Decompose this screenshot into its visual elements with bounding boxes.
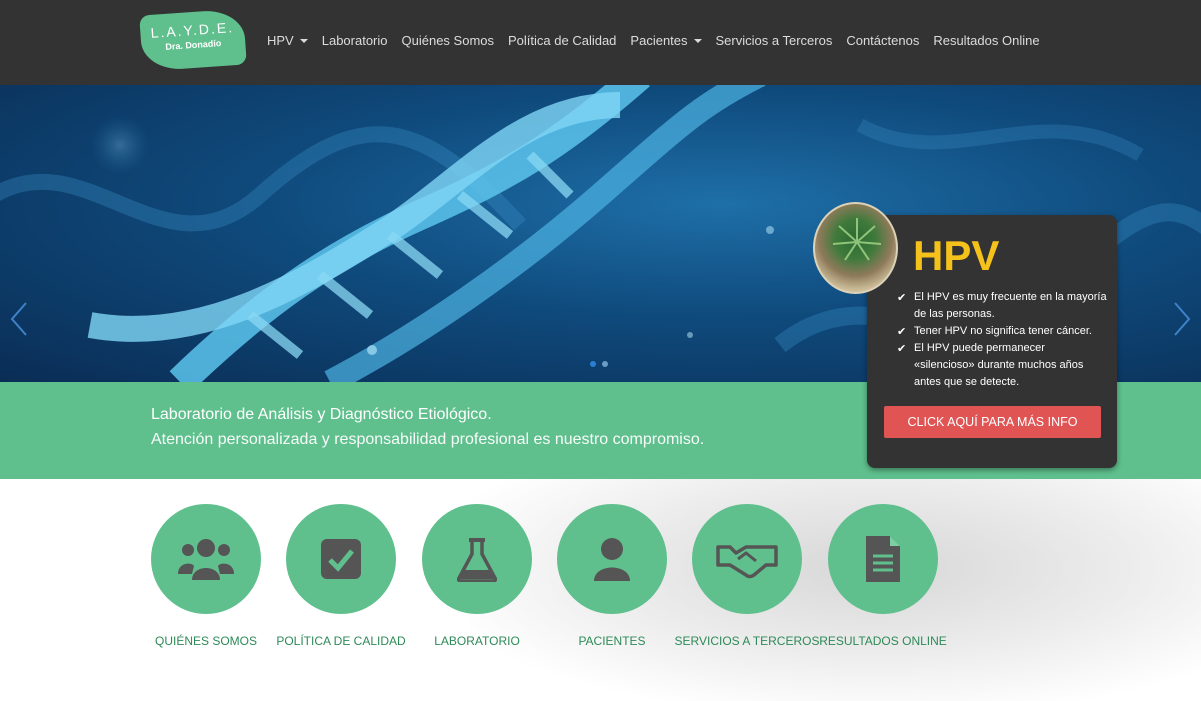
nav-item-label: HPV xyxy=(267,33,294,48)
nav-item-label: Resultados Online xyxy=(933,33,1040,48)
list-item-text: El HPV es muy frecuente en la mayoría de… xyxy=(914,291,1107,320)
list-item: ✔ Tener HPV no significa tener cáncer. xyxy=(897,323,1107,340)
list-item: ✔ El HPV es muy frecuente en la mayoría d… xyxy=(897,289,1107,323)
slider-indicators xyxy=(590,361,608,367)
users-icon xyxy=(178,539,234,580)
feature-circle[interactable] xyxy=(557,504,667,614)
feature-quienes-somos[interactable]: QUIÉNES SOMOS xyxy=(131,504,281,651)
top-navbar: L.A.Y.D.E. Dra. Donadío HPV Laboratorio … xyxy=(0,0,1201,85)
feature-circle[interactable] xyxy=(828,504,938,614)
nav-item-politica-calidad[interactable]: Política de Calidad xyxy=(501,33,623,48)
tagline-title: Laboratorio de Análisis y Diagnóstico Et… xyxy=(151,406,492,423)
caret-down-icon xyxy=(693,38,702,43)
nav-item-pacientes[interactable]: Pacientes xyxy=(623,33,708,48)
nav-item-resultados-online[interactable]: Resultados Online xyxy=(926,33,1046,48)
list-item: ✔ El HPV puede permanecer «silencioso» du… xyxy=(897,340,1107,391)
feature-servicios-terceros[interactable]: SERVICIOS A TERCEROS xyxy=(672,504,822,651)
list-item-text: Tener HPV no significa tener cáncer. xyxy=(914,325,1092,337)
nav-item-label: Quiénes Somos xyxy=(401,33,495,48)
feature-circle[interactable] xyxy=(422,504,532,614)
nav-item-quienes-somos[interactable]: Quiénes Somos xyxy=(395,33,502,48)
main-menu: HPV Laboratorio Quiénes Somos Política d… xyxy=(260,33,1047,48)
feature-label[interactable]: POLÍTICA DE CALIDAD xyxy=(266,632,416,651)
tagline-subtitle: Atención personalizada y responsabilidad… xyxy=(151,431,705,448)
caret-down-icon xyxy=(299,38,308,43)
hpv-card-title: HPV xyxy=(913,232,1000,279)
slider-prev-arrow[interactable] xyxy=(8,300,30,338)
slider-dot[interactable] xyxy=(590,361,596,367)
site-logo[interactable]: L.A.Y.D.E. Dra. Donadío xyxy=(139,8,247,72)
flask-icon xyxy=(457,538,497,582)
nav-item-servicios-terceros[interactable]: Servicios a Terceros xyxy=(709,33,840,48)
nav-item-label: Política de Calidad xyxy=(508,33,617,48)
nav-item-label: Servicios a Terceros xyxy=(715,33,833,48)
list-item-text: El HPV puede permanecer «silencioso» dur… xyxy=(914,342,1084,388)
check-icon: ✔ xyxy=(897,326,907,338)
feature-label[interactable]: LABORATORIO xyxy=(402,632,552,651)
nav-item-contactenos[interactable]: Contáctenos xyxy=(839,33,926,48)
nav-item-hpv[interactable]: HPV xyxy=(260,33,315,48)
feature-label[interactable]: PACIENTES xyxy=(537,632,687,651)
feature-resultados-online[interactable]: RESULTADOS ONLINE xyxy=(808,504,958,651)
nav-item-label: Pacientes xyxy=(630,33,688,48)
check-icon: ✔ xyxy=(897,343,907,355)
chevron-right-icon xyxy=(1174,302,1191,336)
nav-item-label: Laboratorio xyxy=(321,33,388,48)
feature-circle[interactable] xyxy=(692,504,802,614)
handshake-icon xyxy=(716,545,778,579)
document-icon xyxy=(866,536,900,582)
feature-politica-calidad[interactable]: POLÍTICA DE CALIDAD xyxy=(266,504,416,651)
nav-item-laboratorio[interactable]: Laboratorio xyxy=(315,33,395,48)
feature-pacientes[interactable]: PACIENTES xyxy=(537,504,687,651)
hpv-image xyxy=(813,202,898,294)
hpv-more-info-button[interactable]: CLICK AQUÍ PARA MÁS INFO xyxy=(884,406,1101,438)
user-icon xyxy=(594,538,630,581)
slider-next-arrow[interactable] xyxy=(1171,300,1193,338)
slider-dot[interactable] xyxy=(602,361,608,367)
feature-circle[interactable] xyxy=(286,504,396,614)
feature-laboratorio[interactable]: LABORATORIO xyxy=(402,504,552,651)
feature-circle[interactable] xyxy=(151,504,261,614)
chevron-left-icon xyxy=(10,302,27,336)
feature-label[interactable]: SERVICIOS A TERCEROS xyxy=(672,632,822,651)
checkbox-icon xyxy=(321,539,361,579)
check-icon: ✔ xyxy=(897,292,907,304)
virus-icon xyxy=(832,218,882,261)
nav-item-label: Contáctenos xyxy=(846,33,920,48)
feature-label[interactable]: RESULTADOS ONLINE xyxy=(808,632,958,651)
feature-label[interactable]: QUIÉNES SOMOS xyxy=(131,632,281,651)
hpv-facts-list: ✔ El HPV es muy frecuente en la mayoría d… xyxy=(897,289,1107,391)
